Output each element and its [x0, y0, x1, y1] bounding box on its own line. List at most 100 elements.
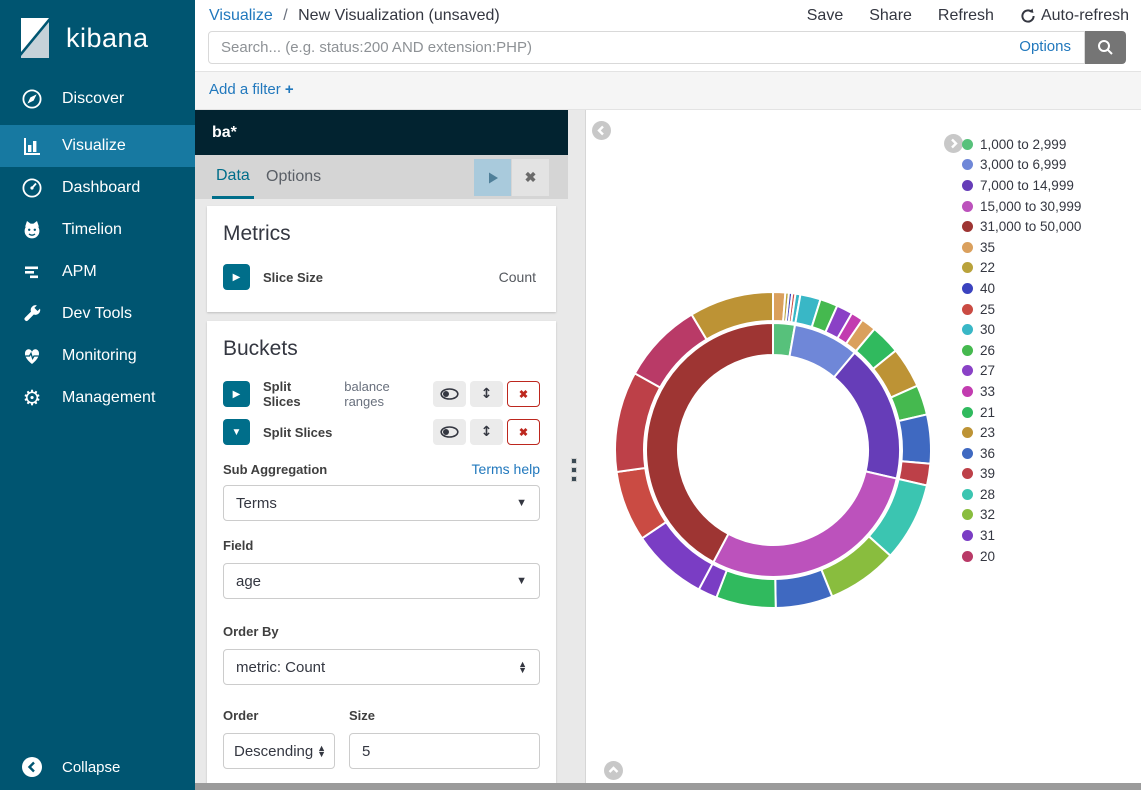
legend-color-dot — [962, 427, 973, 438]
legend-item[interactable]: 25 — [962, 299, 1081, 320]
legend-item[interactable]: 21 — [962, 402, 1081, 423]
sidebar-item-apm[interactable]: APM — [0, 251, 195, 293]
legend-label: 15,000 to 30,999 — [980, 199, 1081, 214]
remove-agg-button[interactable]: ✖ — [507, 381, 540, 407]
legend-color-dot — [962, 468, 973, 479]
legend-label: 20 — [980, 549, 995, 564]
sidebar-item-label: APM — [62, 263, 97, 281]
chevron-right-icon: ▶ — [233, 272, 241, 283]
spy-panel-button[interactable] — [604, 761, 623, 780]
chart-legend: 1,000 to 2,9993,000 to 6,999 7,000 to 14,… — [962, 134, 1081, 566]
top-bar: Visualize / New Visualization (unsaved) … — [195, 0, 1141, 30]
size-input[interactable]: 5 — [349, 733, 540, 769]
breadcrumb-visualize-link[interactable]: Visualize — [209, 7, 273, 24]
tab-options[interactable]: Options — [262, 155, 325, 199]
legend-item[interactable]: 32 — [962, 505, 1081, 526]
legend-item[interactable]: 33 — [962, 381, 1081, 402]
sidebar-item-visualize[interactable]: Visualize — [0, 125, 195, 167]
collapse-bucket-button[interactable]: ▼ — [223, 419, 250, 445]
size-label: Size — [349, 708, 375, 723]
expand-metric-button[interactable]: ▶ — [223, 264, 250, 290]
kibana-logo[interactable]: kibana — [0, 0, 195, 76]
panel-resizer-handle[interactable] — [566, 440, 582, 500]
collapse-nav-button[interactable]: Collapse — [0, 748, 195, 786]
order-select[interactable]: Descending ▲▼ — [223, 733, 335, 769]
refresh-button[interactable]: Refresh — [938, 7, 994, 25]
horizontal-scrollbar[interactable] — [195, 783, 1141, 790]
legend-label: 33 — [980, 384, 995, 399]
caret-updown-icon: ▲▼ — [518, 661, 527, 673]
sidebar-item-dev-tools[interactable]: Dev Tools — [0, 293, 195, 335]
search-button[interactable] — [1085, 31, 1126, 64]
caret-down-icon: ▼ — [516, 575, 527, 587]
apply-changes-button[interactable] — [474, 159, 511, 196]
discard-changes-button[interactable]: ✖ — [512, 159, 549, 196]
sidebar-item-label: Management — [62, 389, 155, 407]
expand-bucket-button[interactable]: ▶ — [223, 381, 250, 407]
add-filter-button[interactable]: Add a filter + — [209, 81, 294, 98]
legend-item[interactable]: 30 — [962, 319, 1081, 340]
legend-item[interactable]: 3,000 to 6,999 — [962, 155, 1081, 176]
disable-agg-toggle[interactable] — [433, 419, 466, 445]
sidebar-item-label: Dev Tools — [62, 305, 132, 323]
sidebar-item-management[interactable]: ⚙ Management — [0, 377, 195, 419]
disable-agg-toggle[interactable] — [433, 381, 466, 407]
legend-label: 32 — [980, 507, 995, 522]
legend-item[interactable]: 23 — [962, 422, 1081, 443]
legend-label: 7,000 to 14,999 — [980, 178, 1074, 193]
legend-label: 21 — [980, 405, 995, 420]
legend-item[interactable]: 36 — [962, 443, 1081, 464]
order-col: Order Descending ▲▼ — [223, 707, 335, 769]
sunburst-pie-chart[interactable] — [603, 280, 943, 620]
sidebar-item-dashboard[interactable]: Dashboard — [0, 167, 195, 209]
metric-value: Count — [499, 269, 536, 285]
legend-item[interactable]: 26 — [962, 340, 1081, 361]
sub-aggregation-select[interactable]: Terms ▼ — [223, 485, 540, 521]
legend-item[interactable]: 1,000 to 2,999 — [962, 134, 1081, 155]
legend-toggle-button[interactable] — [944, 134, 963, 153]
sub-aggregation-row: Sub Aggregation Terms help — [223, 461, 540, 477]
tab-data[interactable]: Data — [212, 155, 254, 199]
chart-slice-36[interactable] — [899, 414, 931, 463]
legend-item[interactable]: 15,000 to 30,999 — [962, 196, 1081, 217]
legend-label: 22 — [980, 260, 995, 275]
legend-item[interactable]: 27 — [962, 361, 1081, 382]
order-by-select[interactable]: metric: Count ▲▼ — [223, 649, 540, 685]
search-input[interactable] — [208, 31, 1085, 64]
remove-agg-button[interactable]: ✖ — [507, 419, 540, 445]
legend-label: 36 — [980, 446, 995, 461]
sidebar-item-monitoring[interactable]: Monitoring — [0, 335, 195, 377]
legend-color-dot — [962, 283, 973, 294]
chevron-right-icon — [948, 138, 959, 149]
sidebar-item-timelion[interactable]: Timelion — [0, 209, 195, 251]
legend-item[interactable]: 28 — [962, 484, 1081, 505]
search-options-link[interactable]: Options — [1019, 38, 1071, 55]
collapse-editor-button[interactable] — [592, 121, 611, 140]
legend-item[interactable]: 20 — [962, 546, 1081, 567]
wrench-icon — [20, 302, 44, 326]
move-vertical-icon: ↕ — [481, 386, 493, 402]
gauge-icon — [20, 176, 44, 200]
legend-item[interactable]: 39 — [962, 464, 1081, 485]
buckets-card: Buckets ▶ Split Slices balance ranges ↕ … — [207, 321, 556, 783]
legend-color-dot — [962, 324, 973, 335]
legend-item[interactable]: 40 — [962, 278, 1081, 299]
legend-color-dot — [962, 242, 973, 253]
terms-help-link[interactable]: Terms help — [472, 461, 540, 477]
legend-item[interactable]: 22 — [962, 258, 1081, 279]
save-button[interactable]: Save — [807, 7, 843, 25]
move-agg-button[interactable]: ↕ — [470, 419, 503, 445]
legend-item[interactable]: 35 — [962, 237, 1081, 258]
metric-row-slice-size: ▶ Slice Size Count — [223, 264, 540, 290]
share-button[interactable]: Share — [869, 7, 912, 25]
move-agg-button[interactable]: ↕ — [470, 381, 503, 407]
sidebar-item-discover[interactable]: Discover — [0, 78, 195, 120]
field-select[interactable]: age ▼ — [223, 563, 540, 599]
legend-item[interactable]: 7,000 to 14,999 — [962, 175, 1081, 196]
legend-color-dot — [962, 201, 973, 212]
legend-item[interactable]: 31,000 to 50,000 — [962, 216, 1081, 237]
toggle-icon — [440, 388, 459, 400]
auto-refresh-button[interactable]: Auto-refresh — [1020, 7, 1129, 25]
legend-item[interactable]: 31 — [962, 525, 1081, 546]
legend-color-dot — [962, 159, 973, 170]
